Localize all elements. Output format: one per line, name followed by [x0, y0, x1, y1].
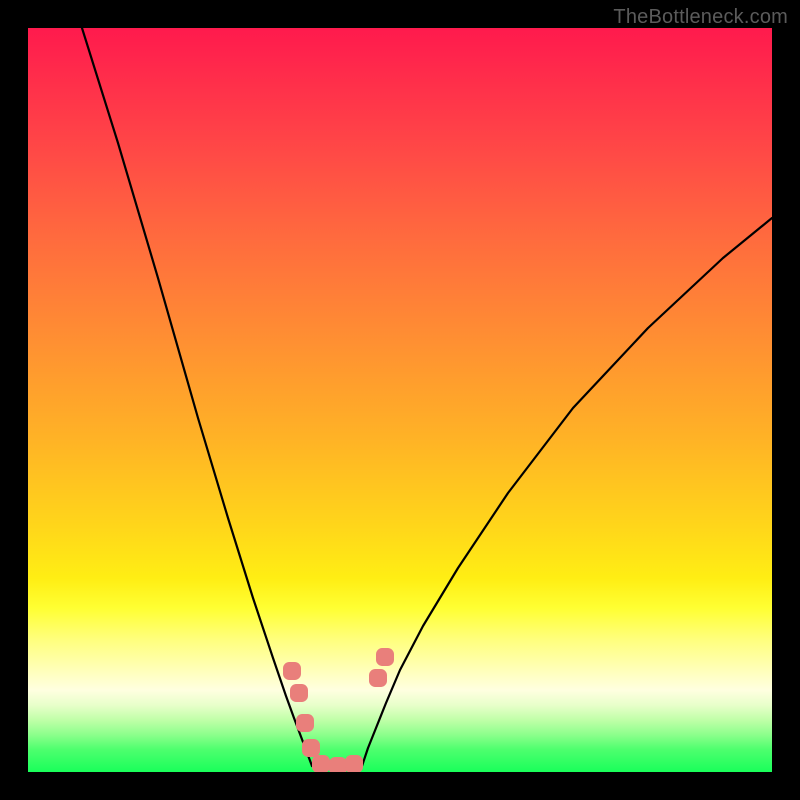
data-marker	[290, 684, 308, 702]
series-left-curve	[82, 28, 312, 766]
data-marker	[345, 755, 363, 772]
series-right-curve	[362, 218, 772, 766]
plot-area	[28, 28, 772, 772]
data-marker	[329, 757, 347, 772]
curves-layer	[28, 28, 772, 772]
data-marker	[283, 662, 301, 680]
data-marker	[369, 669, 387, 687]
data-marker	[302, 739, 320, 757]
data-marker	[296, 714, 314, 732]
data-marker	[312, 755, 330, 772]
chart-frame: TheBottleneck.com	[0, 0, 800, 800]
watermark-text: TheBottleneck.com	[613, 6, 788, 29]
data-marker	[376, 648, 394, 666]
